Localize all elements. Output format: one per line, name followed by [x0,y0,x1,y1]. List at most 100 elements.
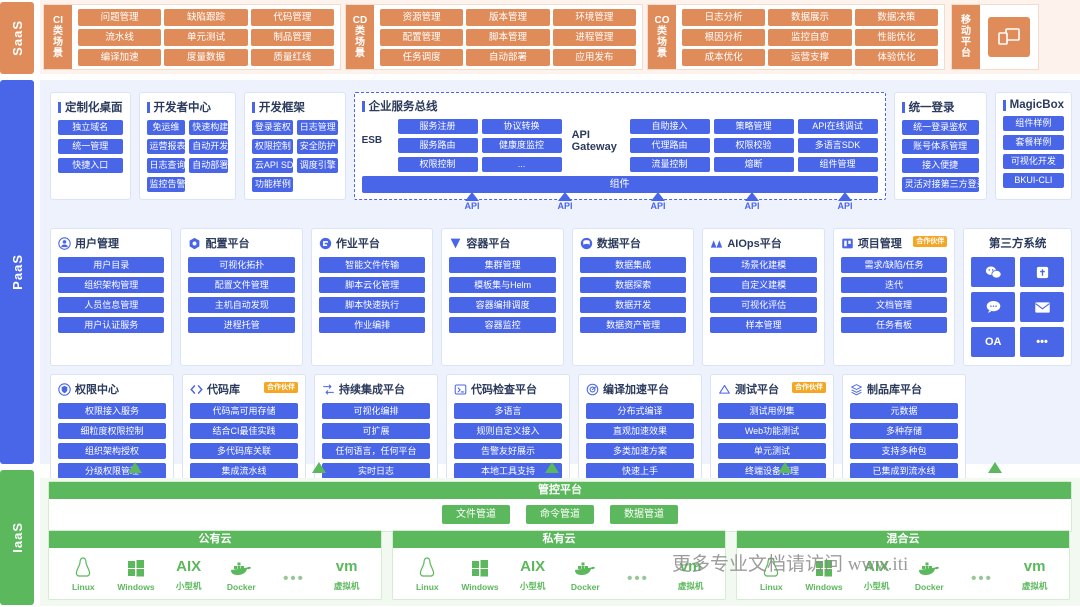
feature-chip[interactable]: 日志查询 [146,158,186,173]
feature-chip[interactable]: 统一管理 [58,139,123,154]
feature-chip[interactable]: 统一登录鉴权 [901,120,979,135]
scenario-chip[interactable]: 日志分析 [682,9,766,26]
feature-chip[interactable]: 多语言 [454,403,562,419]
feature-chip[interactable]: 任何语言，任何平台 [322,443,430,459]
scenario-chip[interactable]: 度量数据 [164,49,248,66]
feature-chip[interactable]: 服务注册 [397,119,478,134]
feature-chip[interactable]: 容器编排调度 [449,297,556,313]
feature-chip[interactable]: 快速构建 [189,120,228,135]
chat-icon[interactable] [971,292,1016,322]
scenario-chip[interactable]: 问题管理 [78,9,162,26]
enterprise-wechat-icon[interactable] [1020,257,1064,287]
feature-chip[interactable]: 权限校验 [713,138,794,153]
feature-chip[interactable]: 直观加速效果 [586,423,694,439]
feature-chip[interactable]: 进程托管 [188,317,295,333]
feature-chip[interactable]: 数据资产管理 [579,317,687,333]
feature-chip[interactable]: 登录鉴权 [251,120,293,135]
scenario-chip[interactable]: 自动部署 [466,49,550,66]
scenario-chip[interactable]: 任务调度 [380,49,464,66]
scenario-chip[interactable]: 编译加速 [78,49,162,66]
feature-chip[interactable]: 人员信息管理 [58,297,165,313]
feature-chip[interactable]: 代理路由 [629,138,710,153]
scenario-chip[interactable]: 制品管理 [250,29,334,46]
feature-chip[interactable]: 独立域名 [58,120,123,135]
scenario-chip[interactable]: 数据决策 [854,9,938,26]
feature-chip[interactable]: 调度引擎 [296,158,338,173]
feature-chip[interactable]: 熔断 [713,157,794,172]
feature-chip[interactable]: 自动部署 [189,158,228,173]
feature-chip[interactable]: 自助接入 [629,119,710,134]
feature-chip[interactable]: 支持多种包 [850,443,958,459]
feature-chip[interactable]: 自定义建模 [710,277,817,293]
feature-chip[interactable]: 组织架构授权 [58,443,166,459]
feature-chip[interactable]: 元数据 [850,403,958,419]
feature-chip[interactable]: 健康度监控 [481,138,562,153]
feature-chip[interactable]: 多语言SDK [797,138,878,153]
feature-chip[interactable]: Web功能测试 [718,423,826,439]
feature-chip[interactable]: 组件样例 [1002,116,1064,131]
mail-icon[interactable] [1020,292,1064,322]
feature-chip[interactable]: 可视化开发 [1002,154,1064,169]
feature-chip[interactable]: 可视化评估 [710,297,817,313]
feature-chip[interactable]: 脚本快速执行 [318,297,426,313]
feature-chip[interactable]: 告警友好展示 [454,443,562,459]
feature-chip[interactable]: 可扩展 [322,423,430,439]
feature-chip[interactable]: 安全防护 [296,139,338,154]
feature-chip[interactable]: 权限控制 [397,157,478,172]
feature-chip[interactable]: 配置文件管理 [188,277,295,293]
feature-chip[interactable]: 容器监控 [449,317,556,333]
feature-chip[interactable]: 迭代 [840,277,948,293]
scenario-chip[interactable]: 进程管理 [552,29,636,46]
feature-chip[interactable]: 策略管理 [713,119,794,134]
feature-chip[interactable]: 结合CI最佳实践 [190,423,298,439]
feature-chip[interactable]: 主机自动发现 [188,297,295,313]
scenario-chip[interactable]: 运营支撑 [768,49,852,66]
pipeline-chip[interactable]: 文件管道 [442,505,510,524]
feature-chip[interactable]: 可视化编排 [322,403,430,419]
feature-chip[interactable]: 脚本云化管理 [318,277,426,293]
feature-chip[interactable]: 运营报表 [146,139,186,154]
scenario-chip[interactable]: 应用发布 [552,49,636,66]
feature-chip[interactable]: 套餐样例 [1002,135,1064,150]
feature-chip[interactable]: 规则自定义接入 [454,423,562,439]
feature-chip[interactable]: 细粒度权限控制 [58,423,166,439]
feature-chip[interactable]: BKUI-CLI [1002,173,1064,188]
component-bar[interactable]: 组件 [361,176,878,193]
feature-chip[interactable]: 流量控制 [629,157,710,172]
feature-chip[interactable]: 多类加速方案 [586,443,694,459]
feature-chip[interactable]: 灵活对接第三方登录 [901,177,979,192]
more-icon[interactable]: ••• [1020,327,1064,357]
feature-chip[interactable]: 用户认证服务 [58,317,165,333]
scenario-chip[interactable]: 资源管理 [380,9,464,26]
scenario-chip[interactable]: 监控自愈 [768,29,852,46]
scenario-chip[interactable]: 版本管理 [466,9,550,26]
feature-chip[interactable]: 数据探索 [579,277,687,293]
feature-chip[interactable]: 监控告警 [146,177,186,192]
feature-chip[interactable]: 账号体系管理 [901,139,979,154]
feature-chip[interactable]: 测试用例集 [718,403,826,419]
feature-chip[interactable]: 日志管理 [296,120,338,135]
feature-chip[interactable]: 任务看板 [840,317,948,333]
scenario-chip[interactable]: 代码管理 [250,9,334,26]
feature-chip[interactable]: ... [481,157,562,172]
scenario-chip[interactable]: 配置管理 [380,29,464,46]
feature-chip[interactable]: 样本管理 [710,317,817,333]
feature-chip[interactable]: 权限控制 [251,139,293,154]
feature-chip[interactable]: 组件管理 [797,157,878,172]
feature-chip[interactable]: 智能文件传输 [318,257,426,273]
scenario-chip[interactable]: 根因分析 [682,29,766,46]
scenario-chip[interactable]: 数据展示 [768,9,852,26]
feature-chip[interactable]: 场景化建模 [710,257,817,273]
feature-chip[interactable]: 组织架构管理 [58,277,165,293]
feature-chip[interactable]: 多种存储 [850,423,958,439]
feature-chip[interactable]: 数据集成 [579,257,687,273]
feature-chip[interactable]: 功能样例 [251,177,293,192]
feature-chip[interactable]: 作业编排 [318,317,426,333]
feature-chip[interactable]: 数据开发 [579,297,687,313]
feature-chip[interactable]: 云API SDK [251,158,293,173]
scenario-chip[interactable]: 体验优化 [854,49,938,66]
scenario-chip[interactable]: 质量红线 [250,49,334,66]
pipeline-chip[interactable]: 数据管道 [610,505,678,524]
feature-chip[interactable]: 可视化拓扑 [188,257,295,273]
feature-chip[interactable]: 文档管理 [840,297,948,313]
